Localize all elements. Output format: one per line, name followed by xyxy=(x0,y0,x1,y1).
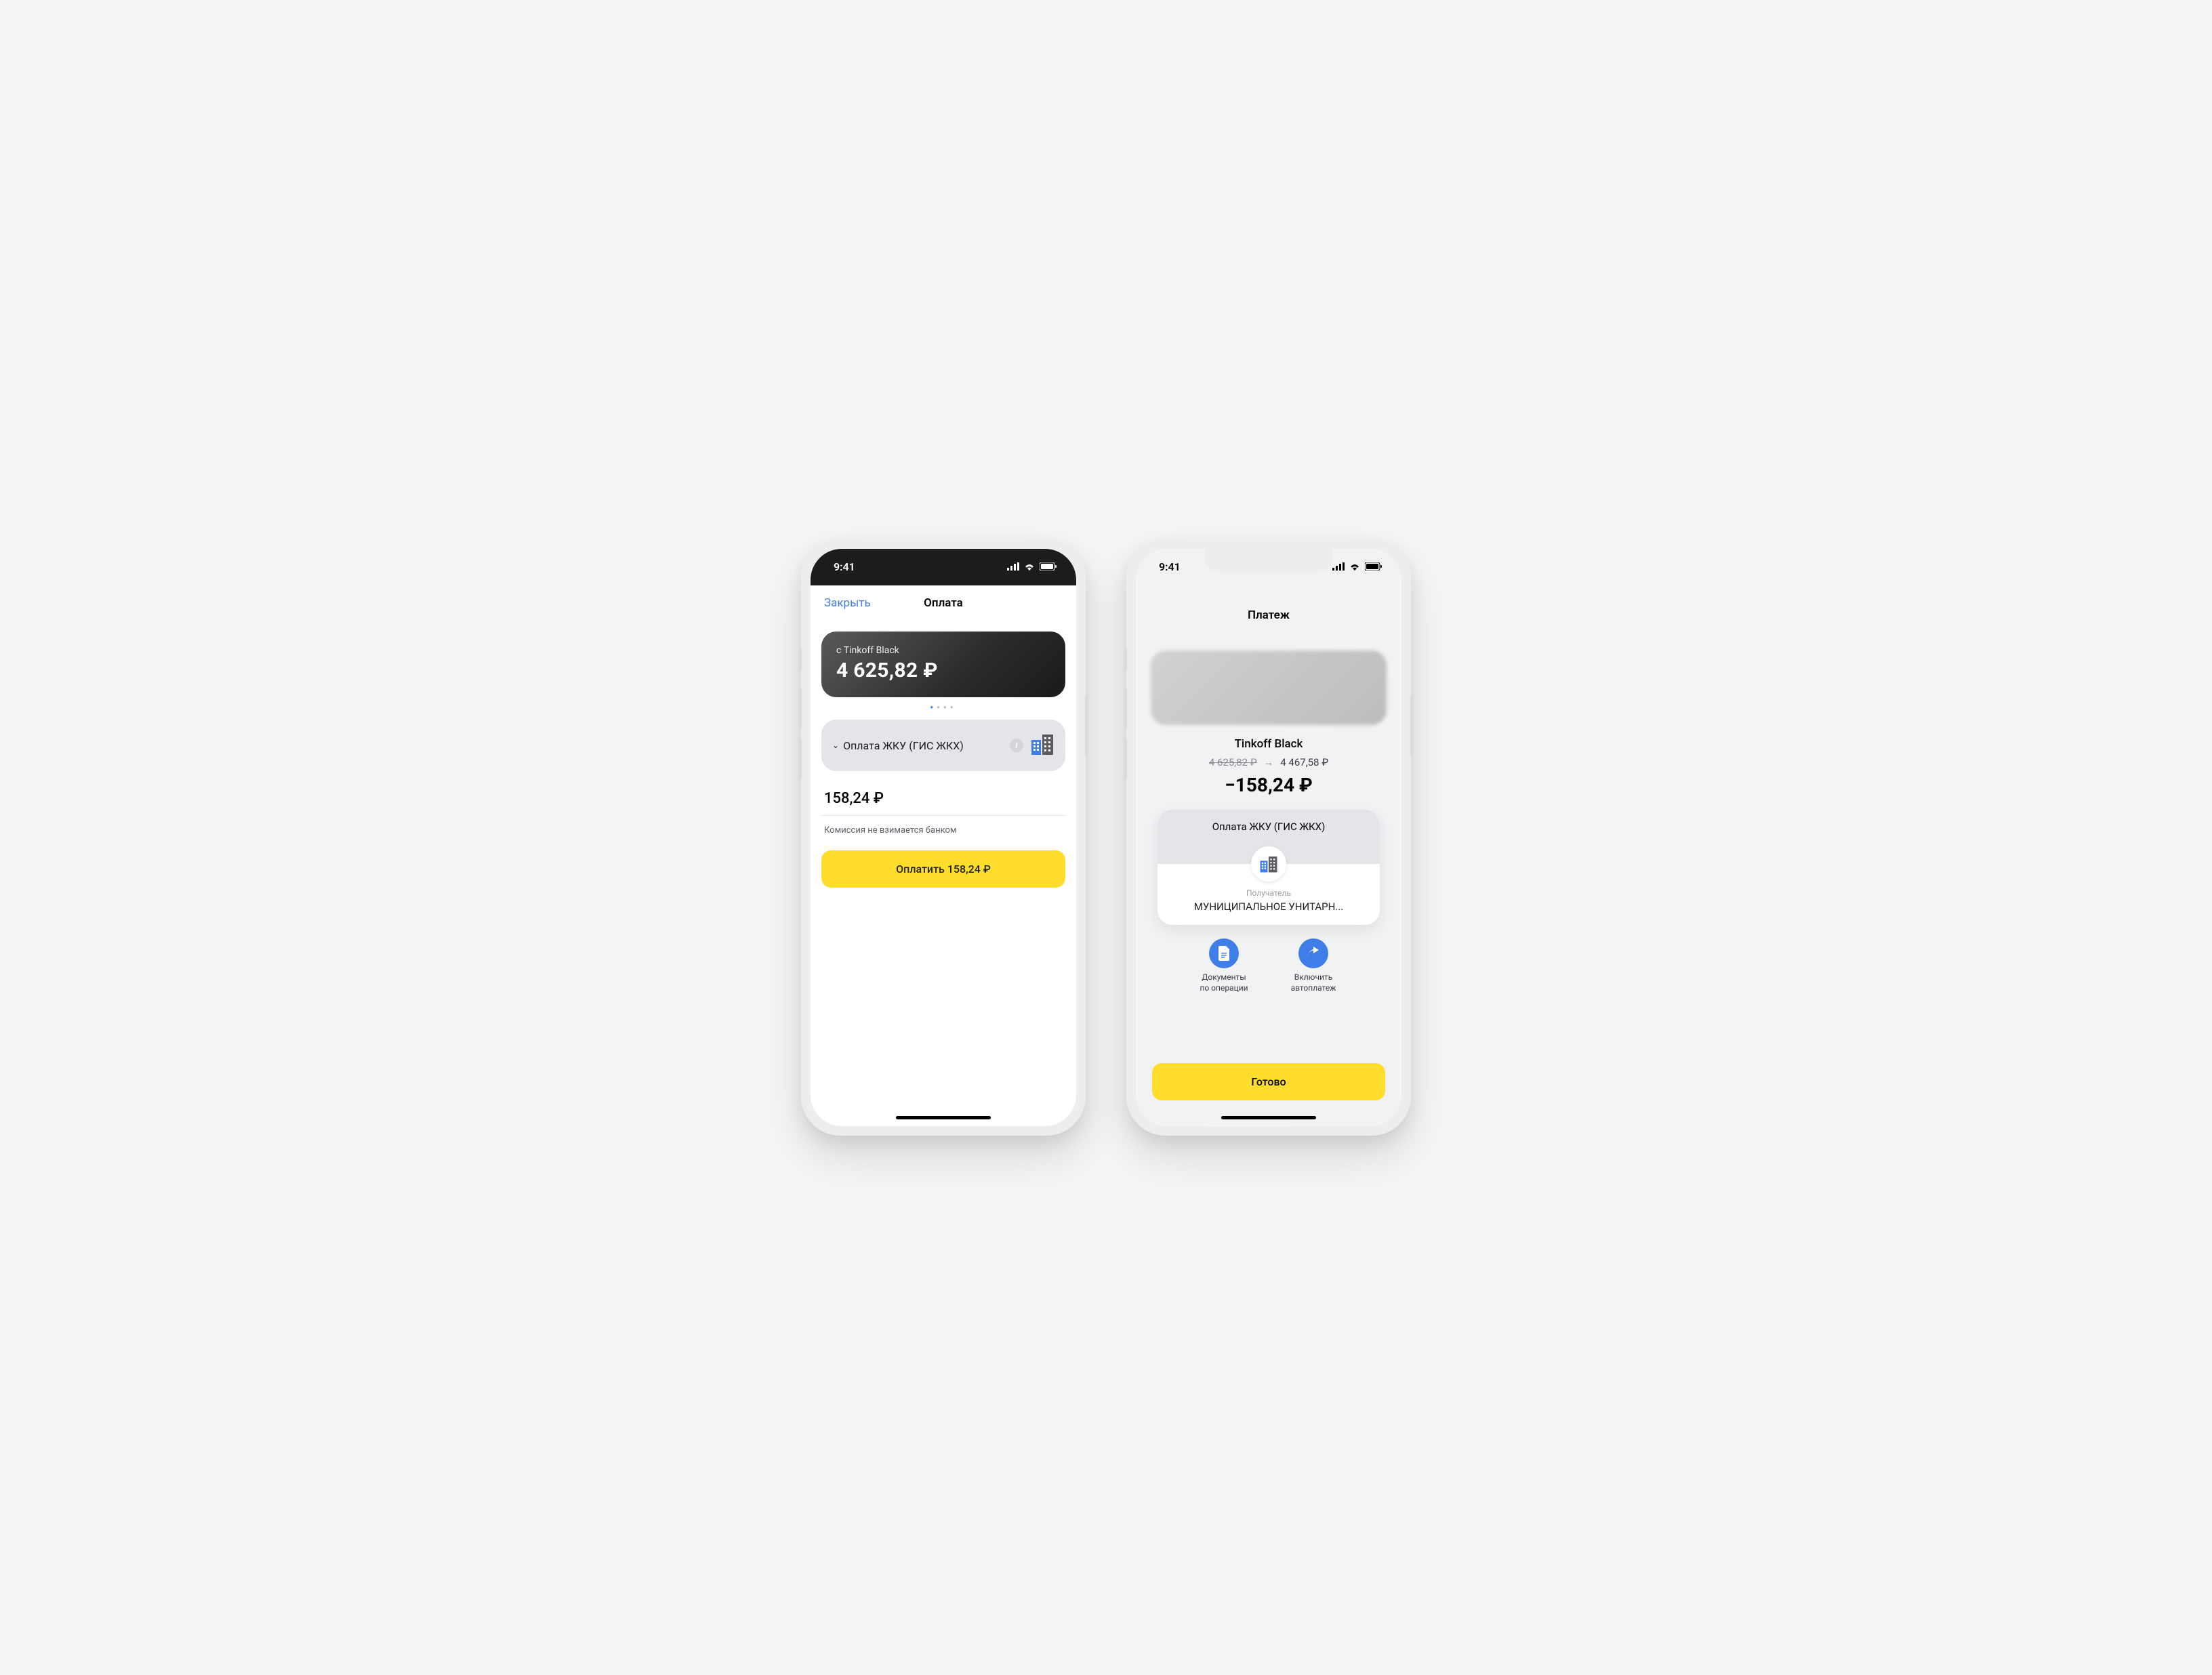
signal-icon xyxy=(1007,560,1019,573)
balance-before: 4 625,82 ₽ xyxy=(1209,756,1257,768)
status-indicators xyxy=(1332,560,1382,573)
documents-label: Документы по операции xyxy=(1196,972,1252,993)
screen-payment-result: 9:41 Платеж Tinkoff Black 4 625,82 ₽ → 4… xyxy=(1136,549,1401,1126)
sheet-title: Платеж xyxy=(1136,608,1401,622)
wifi-icon xyxy=(1023,560,1036,573)
nav-title: Оплата xyxy=(924,596,963,610)
page-indicator: ●●●● xyxy=(821,704,1065,710)
amount-input[interactable]: 158,24 ₽ xyxy=(821,790,1065,816)
screen-payment-form: 9:41 Закрыть Оплата с Tinkoff Black 4 62… xyxy=(811,549,1076,1126)
autopay-label: Включить автоплатеж xyxy=(1286,972,1341,993)
status-indicators xyxy=(1007,560,1057,573)
signal-icon xyxy=(1332,560,1345,573)
battery-icon xyxy=(1040,560,1057,573)
share-icon xyxy=(1298,938,1328,968)
merchant-icon xyxy=(1251,846,1286,882)
home-indicator[interactable] xyxy=(1221,1116,1316,1119)
wifi-icon xyxy=(1349,560,1361,573)
recipient-label: Получатель xyxy=(1167,888,1370,898)
battery-icon xyxy=(1365,560,1382,573)
home-indicator[interactable] xyxy=(896,1116,991,1119)
document-icon xyxy=(1209,938,1239,968)
status-time: 9:41 xyxy=(834,560,855,573)
source-account-card[interactable]: с Tinkoff Black 4 625,82 ₽ xyxy=(821,632,1065,697)
receipt-category: Оплата ЖКУ (ГИС ЖКХ) xyxy=(1212,821,1326,833)
provider-name: Оплата ЖКУ (ГИС ЖКХ) xyxy=(843,739,964,752)
pay-button[interactable]: Оплатить 158,24 ₽ xyxy=(821,850,1065,888)
buildings-icon xyxy=(1030,732,1054,759)
receipt-card[interactable]: Оплата ЖКУ (ГИС ЖКХ) Получатель МУНИЦИПА… xyxy=(1158,810,1380,925)
amount-delta: −158,24 ₽ xyxy=(1152,774,1385,796)
phone-mockup-right: 9:41 Платеж Tinkoff Black 4 625,82 ₽ → 4… xyxy=(1126,539,1411,1136)
status-time: 9:41 xyxy=(1159,560,1181,573)
account-name: Tinkoff Black xyxy=(1152,737,1385,751)
fee-note: Комиссия не взимается банком xyxy=(821,816,1065,850)
card-balance: 4 625,82 ₽ xyxy=(836,659,1050,682)
nav-bar: Закрыть Оплата xyxy=(811,585,1076,621)
notch xyxy=(879,549,1008,572)
close-button[interactable]: Закрыть xyxy=(824,596,871,610)
done-button[interactable]: Готово xyxy=(1152,1063,1385,1100)
balance-change-line: 4 625,82 ₽ → 4 467,58 ₽ xyxy=(1152,756,1385,768)
recipient-name: МУНИЦИПАЛЬНОЕ УНИТАРН... xyxy=(1167,901,1370,913)
documents-action[interactable]: Документы по операции xyxy=(1196,938,1252,993)
notch xyxy=(1204,549,1333,572)
chevron-down-icon: ⌄ xyxy=(832,741,839,750)
card-label: с Tinkoff Black xyxy=(836,645,1050,656)
payment-provider-row[interactable]: ⌄ Оплата ЖКУ (ГИС ЖКХ) xyxy=(821,720,1065,771)
phone-mockup-left: 9:41 Закрыть Оплата с Tinkoff Black 4 62… xyxy=(801,539,1086,1136)
balance-after: 4 467,58 ₽ xyxy=(1280,756,1328,768)
autopay-action[interactable]: Включить автоплатеж xyxy=(1286,938,1341,993)
arrow-icon: → xyxy=(1264,756,1274,768)
info-icon[interactable] xyxy=(1010,739,1023,752)
